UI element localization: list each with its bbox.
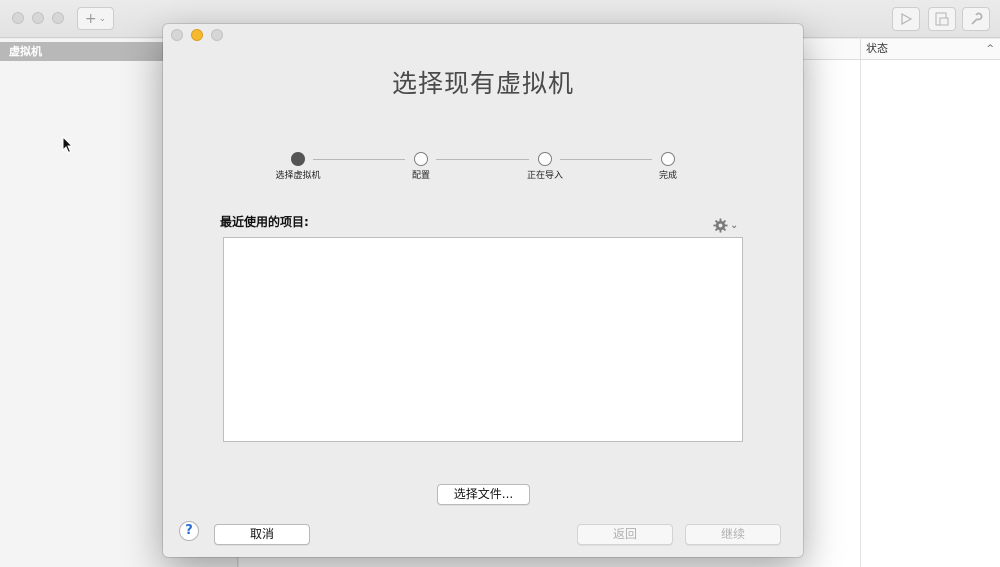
step-connector bbox=[313, 159, 405, 160]
column-divider bbox=[860, 60, 861, 567]
snapshot-button[interactable] bbox=[928, 7, 956, 31]
chevron-down-icon: ⌄ bbox=[730, 219, 739, 231]
step-label-finish: 完成 bbox=[658, 171, 677, 181]
gear-icon bbox=[713, 218, 728, 233]
step-dot-finish bbox=[661, 152, 675, 166]
continue-button[interactable]: 继续 bbox=[685, 524, 781, 545]
sort-chevron-icon: ^ bbox=[986, 44, 994, 54]
recent-items-label: 最近使用的项目: bbox=[220, 215, 309, 229]
step-connector bbox=[436, 159, 529, 160]
step-dot-select-vm bbox=[291, 152, 305, 166]
cancel-button[interactable]: 取消 bbox=[214, 524, 310, 545]
settings-button[interactable] bbox=[962, 7, 990, 31]
mouse-cursor-icon bbox=[62, 136, 74, 154]
choose-file-button[interactable]: 选择文件... bbox=[437, 484, 530, 505]
back-button[interactable]: 返回 bbox=[577, 524, 673, 545]
dialog-title: 选择现有虚拟机 bbox=[391, 69, 574, 98]
dialog-close-button[interactable] bbox=[171, 29, 183, 41]
status-column-header[interactable]: 状态 ^ bbox=[860, 39, 1000, 60]
step-label-select-vm: 选择虚拟机 bbox=[275, 171, 321, 181]
snapshot-icon bbox=[935, 12, 949, 26]
window-zoom-button[interactable] bbox=[52, 12, 64, 24]
status-column-label: 状态 bbox=[866, 42, 888, 55]
help-button[interactable]: ? bbox=[179, 521, 199, 541]
import-vm-dialog: 选择现有虚拟机 选择虚拟机 配置 正在导入 完成 最近使用的项目: ⌄ 选择文件… bbox=[163, 24, 803, 557]
step-label-importing: 正在导入 bbox=[526, 171, 563, 181]
recent-options-menu[interactable]: ⌄ bbox=[713, 218, 738, 233]
chevron-down-icon: ⌄ bbox=[98, 13, 107, 24]
play-icon bbox=[901, 13, 912, 25]
step-label-configure: 配置 bbox=[411, 171, 430, 181]
window-close-button[interactable] bbox=[12, 12, 24, 24]
recent-items-list[interactable] bbox=[223, 237, 743, 442]
dialog-zoom-button[interactable] bbox=[211, 29, 223, 41]
plus-icon: + bbox=[84, 10, 97, 27]
step-connector bbox=[560, 159, 652, 160]
add-vm-button[interactable]: + ⌄ bbox=[77, 7, 114, 30]
wrench-icon bbox=[971, 12, 983, 25]
window-minimize-button[interactable] bbox=[32, 12, 44, 24]
run-button[interactable] bbox=[892, 7, 920, 31]
step-dot-importing bbox=[538, 152, 552, 166]
dialog-minimize-button[interactable] bbox=[191, 29, 203, 41]
step-dot-configure bbox=[414, 152, 428, 166]
